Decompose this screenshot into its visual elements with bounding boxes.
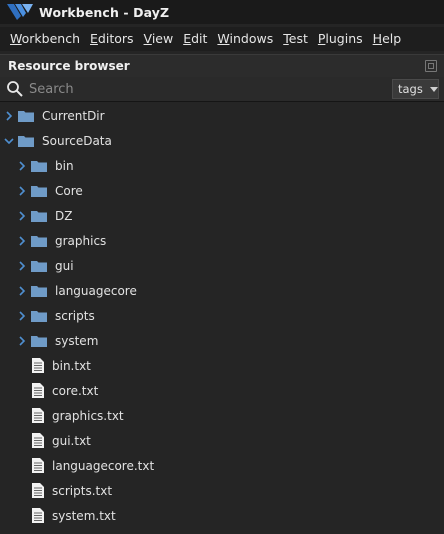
tree-item-label: system.txt (52, 508, 116, 523)
folder-icon (18, 135, 34, 147)
chevron-down-icon (429, 86, 438, 92)
search-icon (7, 81, 23, 97)
menu-bar: Workbench Editors View Edit Windows Test… (0, 27, 444, 51)
tree-item-label: CurrentDir (42, 108, 105, 123)
tree-folder-row[interactable]: system (0, 328, 444, 353)
tree-folder-row[interactable]: CurrentDir (0, 103, 444, 128)
tree-file-row[interactable]: bin.txt (0, 353, 444, 378)
chevron-right-icon[interactable] (17, 310, 27, 321)
text-file-icon (32, 508, 44, 523)
folder-icon (18, 110, 34, 122)
menu-view-label: iew (151, 31, 174, 46)
menu-editors-mnemonic: E (90, 31, 98, 46)
menu-help[interactable]: Help (369, 27, 408, 51)
menu-plugins[interactable]: Plugins (314, 27, 369, 51)
tree-file-row[interactable]: core.txt (0, 378, 444, 403)
window-title: Workbench - DayZ (39, 4, 170, 20)
chevron-right-icon[interactable] (17, 210, 27, 221)
tags-dropdown[interactable]: tags (392, 79, 439, 99)
workbench-logo-icon (7, 4, 33, 20)
tree-file-row[interactable]: languagecore.txt (0, 453, 444, 478)
title-bar: Workbench - DayZ (0, 0, 444, 24)
menu-help-mnemonic: H (372, 31, 383, 46)
menu-editors-label: ditors (97, 31, 134, 46)
menu-windows-label: indows (229, 31, 274, 46)
resource-tree: CurrentDir SourceData bin Core DZ graphics gui… (0, 102, 444, 534)
folder-icon (31, 185, 47, 197)
tree-file-row[interactable]: graphics.txt (0, 403, 444, 428)
tree-item-label: graphics (55, 233, 107, 248)
folder-icon (31, 310, 47, 322)
menu-test[interactable]: Test (279, 27, 314, 51)
tree-item-label: gui.txt (52, 433, 91, 448)
tags-label: tags (398, 82, 423, 96)
text-file-icon (32, 383, 44, 398)
menu-edit-mnemonic: E (183, 31, 192, 46)
menu-test-label: est (288, 31, 308, 46)
tree-file-row[interactable]: system.txt (0, 503, 444, 528)
menu-help-label: elp (382, 31, 402, 46)
text-file-icon (32, 458, 44, 473)
menu-view-mnemonic: V (143, 31, 152, 46)
tree-folder-row[interactable]: gui (0, 253, 444, 278)
tree-item-label: scripts (55, 308, 95, 323)
chevron-right-icon[interactable] (17, 335, 27, 346)
tree-item-label: scripts.txt (52, 483, 113, 498)
float-panel-icon[interactable] (425, 60, 437, 72)
tree-item-label: SourceData (42, 133, 112, 148)
tree-file-row[interactable]: scripts.txt (0, 478, 444, 503)
tree-item-label: gui (55, 258, 74, 273)
chevron-right-icon[interactable] (17, 160, 27, 171)
menu-view[interactable]: View (140, 27, 180, 51)
chevron-right-icon[interactable] (17, 260, 27, 271)
tree-folder-row[interactable]: Core (0, 178, 444, 203)
tree-folder-row[interactable]: bin (0, 153, 444, 178)
text-file-icon (32, 433, 44, 448)
panel-title: Resource browser (8, 59, 130, 73)
menu-windows[interactable]: Windows (213, 27, 279, 51)
search-input[interactable] (26, 79, 394, 99)
chevron-right-icon[interactable] (4, 110, 14, 121)
folder-icon (31, 160, 47, 172)
tree-file-row[interactable]: gui.txt (0, 428, 444, 453)
folder-icon (31, 210, 47, 222)
menu-workbench-label: orkbench (21, 31, 81, 46)
tree-item-label: core.txt (52, 383, 99, 398)
folder-icon (31, 285, 47, 297)
folder-icon (31, 335, 47, 347)
chevron-down-icon[interactable] (4, 136, 14, 146)
menu-editors[interactable]: Editors (86, 27, 140, 51)
tree-item-label: bin (55, 158, 74, 173)
chevron-right-icon[interactable] (17, 285, 27, 296)
menu-windows-mnemonic: W (217, 31, 230, 46)
menu-workbench[interactable]: Workbench (0, 27, 86, 51)
search-row: tags (0, 77, 444, 102)
tree-folder-row[interactable]: DZ (0, 203, 444, 228)
chevron-right-icon[interactable] (17, 185, 27, 196)
tree-item-label: languagecore.txt (52, 458, 155, 473)
text-file-icon (32, 408, 44, 423)
tree-item-label: DZ (55, 208, 73, 223)
chevron-right-icon[interactable] (17, 235, 27, 246)
tree-folder-row[interactable]: graphics (0, 228, 444, 253)
text-file-icon (32, 358, 44, 373)
tree-folder-row[interactable]: scripts (0, 303, 444, 328)
resource-browser-header: Resource browser (0, 54, 444, 77)
menu-plugins-label: lugins (325, 31, 363, 46)
tree-item-label: languagecore (55, 283, 137, 298)
tree-item-label: graphics.txt (52, 408, 124, 423)
tree-folder-row[interactable]: languagecore (0, 278, 444, 303)
tree-item-label: bin.txt (52, 358, 91, 373)
folder-icon (31, 235, 47, 247)
menu-edit[interactable]: Edit (179, 27, 213, 51)
tree-item-label: system (55, 333, 99, 348)
tree-folder-row[interactable]: SourceData (0, 128, 444, 153)
menu-workbench-mnemonic: W (10, 31, 22, 46)
text-file-icon (32, 483, 44, 498)
folder-icon (31, 260, 47, 272)
menu-edit-label: dit (191, 31, 208, 46)
tree-item-label: Core (55, 183, 83, 198)
